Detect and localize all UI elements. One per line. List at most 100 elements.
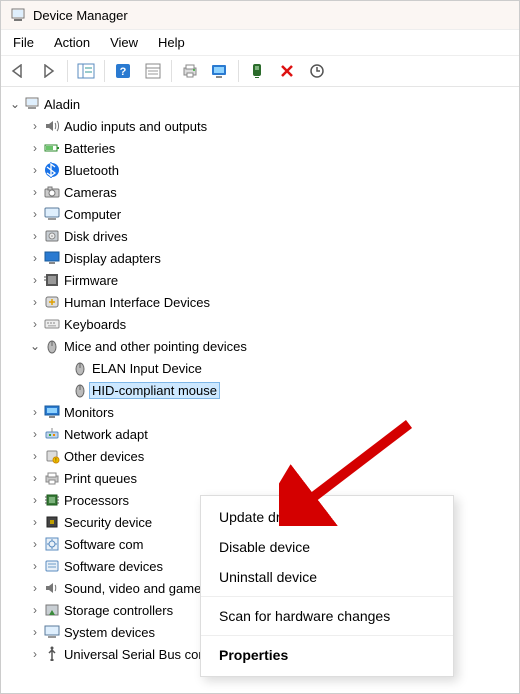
svg-text:!: ! bbox=[55, 458, 56, 464]
window-title: Device Manager bbox=[33, 8, 128, 23]
chevron-down-icon[interactable]: ⌄ bbox=[7, 98, 23, 110]
speaker-icon bbox=[43, 118, 61, 134]
tree-category-label: Processors bbox=[61, 493, 132, 508]
chevron-right-icon[interactable]: › bbox=[27, 142, 43, 154]
tree-category-label: Mice and other pointing devices bbox=[61, 339, 250, 354]
ctx-properties[interactable]: Properties bbox=[201, 640, 453, 670]
monitor-icon bbox=[43, 404, 61, 420]
tree-category[interactable]: ›Network adapt bbox=[7, 423, 517, 445]
tree-category[interactable]: › Print queues bbox=[7, 467, 517, 489]
tree-category[interactable]: ›! Other devices bbox=[7, 445, 517, 467]
chevron-right-icon[interactable]: › bbox=[27, 494, 43, 506]
mouse-icon bbox=[71, 360, 89, 376]
tree-category[interactable]: ›Computer bbox=[7, 203, 517, 225]
tree-category-label: Disk drives bbox=[61, 229, 131, 244]
tree-device[interactable]: HID-compliant mouse bbox=[7, 379, 517, 401]
context-menu: Update driver Disable device Uninstall d… bbox=[200, 495, 454, 677]
menu-view[interactable]: View bbox=[102, 32, 146, 53]
network-icon bbox=[43, 426, 61, 442]
menu-help[interactable]: Help bbox=[150, 32, 193, 53]
chevron-right-icon[interactable]: › bbox=[27, 582, 43, 594]
menu-action[interactable]: Action bbox=[46, 32, 98, 53]
tree-root-label: Aladin bbox=[41, 97, 83, 112]
tree-category[interactable]: › Keyboards bbox=[7, 313, 517, 335]
computer-icon bbox=[23, 96, 41, 112]
chevron-right-icon[interactable]: › bbox=[27, 604, 43, 616]
tree-category-label: Display adapters bbox=[61, 251, 164, 266]
chevron-right-icon[interactable]: › bbox=[27, 560, 43, 572]
tree-category[interactable]: › Human Interface Devices bbox=[7, 291, 517, 313]
chevron-right-icon[interactable]: › bbox=[27, 472, 43, 484]
battery-icon bbox=[43, 140, 61, 156]
tree-category-label: Cameras bbox=[61, 185, 120, 200]
chevron-right-icon[interactable]: › bbox=[27, 538, 43, 550]
tree-device-label: HID-compliant mouse bbox=[89, 382, 220, 399]
chevron-right-icon[interactable]: › bbox=[27, 318, 43, 330]
toolbar-forward-button[interactable] bbox=[35, 59, 63, 83]
chevron-right-icon[interactable]: › bbox=[27, 406, 43, 418]
ctx-update-driver[interactable]: Update driver bbox=[201, 502, 453, 532]
tree-category-label: Storage controllers bbox=[61, 603, 176, 618]
chevron-right-icon[interactable]: › bbox=[27, 230, 43, 242]
printer-icon bbox=[43, 470, 61, 486]
device-manager-window: Device Manager File Action View Help ? ⌄… bbox=[0, 0, 520, 694]
toolbar-properties-button[interactable] bbox=[139, 59, 167, 83]
tree-device[interactable]: ELAN Input Device bbox=[7, 357, 517, 379]
chevron-right-icon[interactable]: › bbox=[27, 626, 43, 638]
tree-device-label: ELAN Input Device bbox=[89, 361, 205, 376]
chevron-right-icon[interactable]: › bbox=[27, 648, 43, 660]
ctx-separator bbox=[201, 596, 453, 597]
tree-category[interactable]: › Disk drives bbox=[7, 225, 517, 247]
ctx-uninstall-device[interactable]: Uninstall device bbox=[201, 562, 453, 592]
toolbar-separator bbox=[171, 60, 172, 82]
chevron-right-icon[interactable]: › bbox=[27, 186, 43, 198]
chevron-right-icon[interactable]: › bbox=[27, 120, 43, 132]
hid-icon bbox=[43, 294, 61, 310]
camera-icon bbox=[43, 184, 61, 200]
firmware-icon bbox=[43, 272, 61, 288]
chevron-right-icon[interactable]: › bbox=[27, 296, 43, 308]
tree-category-label: Audio inputs and outputs bbox=[61, 119, 210, 134]
toolbar-update-driver-button[interactable] bbox=[206, 59, 234, 83]
chevron-right-icon[interactable]: › bbox=[27, 428, 43, 440]
tree-category[interactable]: › Display adapters bbox=[7, 247, 517, 269]
chevron-right-icon[interactable]: › bbox=[27, 274, 43, 286]
tree-category-label: Keyboards bbox=[61, 317, 129, 332]
chevron-right-icon[interactable]: › bbox=[27, 450, 43, 462]
disk-icon bbox=[43, 228, 61, 244]
tree-category[interactable]: ›Firmware bbox=[7, 269, 517, 291]
chevron-right-icon[interactable]: › bbox=[27, 252, 43, 264]
svg-text:?: ? bbox=[120, 66, 127, 78]
titlebar: Device Manager bbox=[1, 1, 519, 29]
toolbar-disable-button[interactable] bbox=[273, 59, 301, 83]
toolbar-back-button[interactable] bbox=[5, 59, 33, 83]
tree-category-label: System devices bbox=[61, 625, 158, 640]
tree-category[interactable]: ›Bluetooth bbox=[7, 159, 517, 181]
toolbar: ? bbox=[1, 56, 519, 87]
mouse-icon bbox=[43, 338, 61, 354]
toolbar-help-button[interactable]: ? bbox=[109, 59, 137, 83]
tree-category-label: Human Interface Devices bbox=[61, 295, 213, 310]
ctx-scan-hardware[interactable]: Scan for hardware changes bbox=[201, 601, 453, 631]
chevron-down-icon[interactable]: ⌄ bbox=[27, 340, 43, 352]
tree-category[interactable]: › Cameras bbox=[7, 181, 517, 203]
chevron-right-icon[interactable]: › bbox=[27, 516, 43, 528]
toolbar-print-button[interactable] bbox=[176, 59, 204, 83]
tree-category[interactable]: › Audio inputs and outputs bbox=[7, 115, 517, 137]
tree-category[interactable]: ›Monitors bbox=[7, 401, 517, 423]
tree-category[interactable]: ›Batteries bbox=[7, 137, 517, 159]
menu-file[interactable]: File bbox=[5, 32, 42, 53]
tree-category-label: Print queues bbox=[61, 471, 140, 486]
chevron-right-icon[interactable]: › bbox=[27, 208, 43, 220]
tree-category[interactable]: ⌄ Mice and other pointing devices bbox=[7, 335, 517, 357]
ctx-disable-device[interactable]: Disable device bbox=[201, 532, 453, 562]
tree-category-label: Other devices bbox=[61, 449, 147, 464]
swcomp-icon bbox=[43, 536, 61, 552]
ctx-separator bbox=[201, 635, 453, 636]
tree-root[interactable]: ⌄ Aladin bbox=[7, 93, 517, 115]
toolbar-enable-button[interactable] bbox=[243, 59, 271, 83]
chevron-right-icon[interactable]: › bbox=[27, 164, 43, 176]
toolbar-scan-hardware-button[interactable] bbox=[303, 59, 331, 83]
display-icon bbox=[43, 250, 61, 266]
toolbar-show-hide-tree-button[interactable] bbox=[72, 59, 100, 83]
